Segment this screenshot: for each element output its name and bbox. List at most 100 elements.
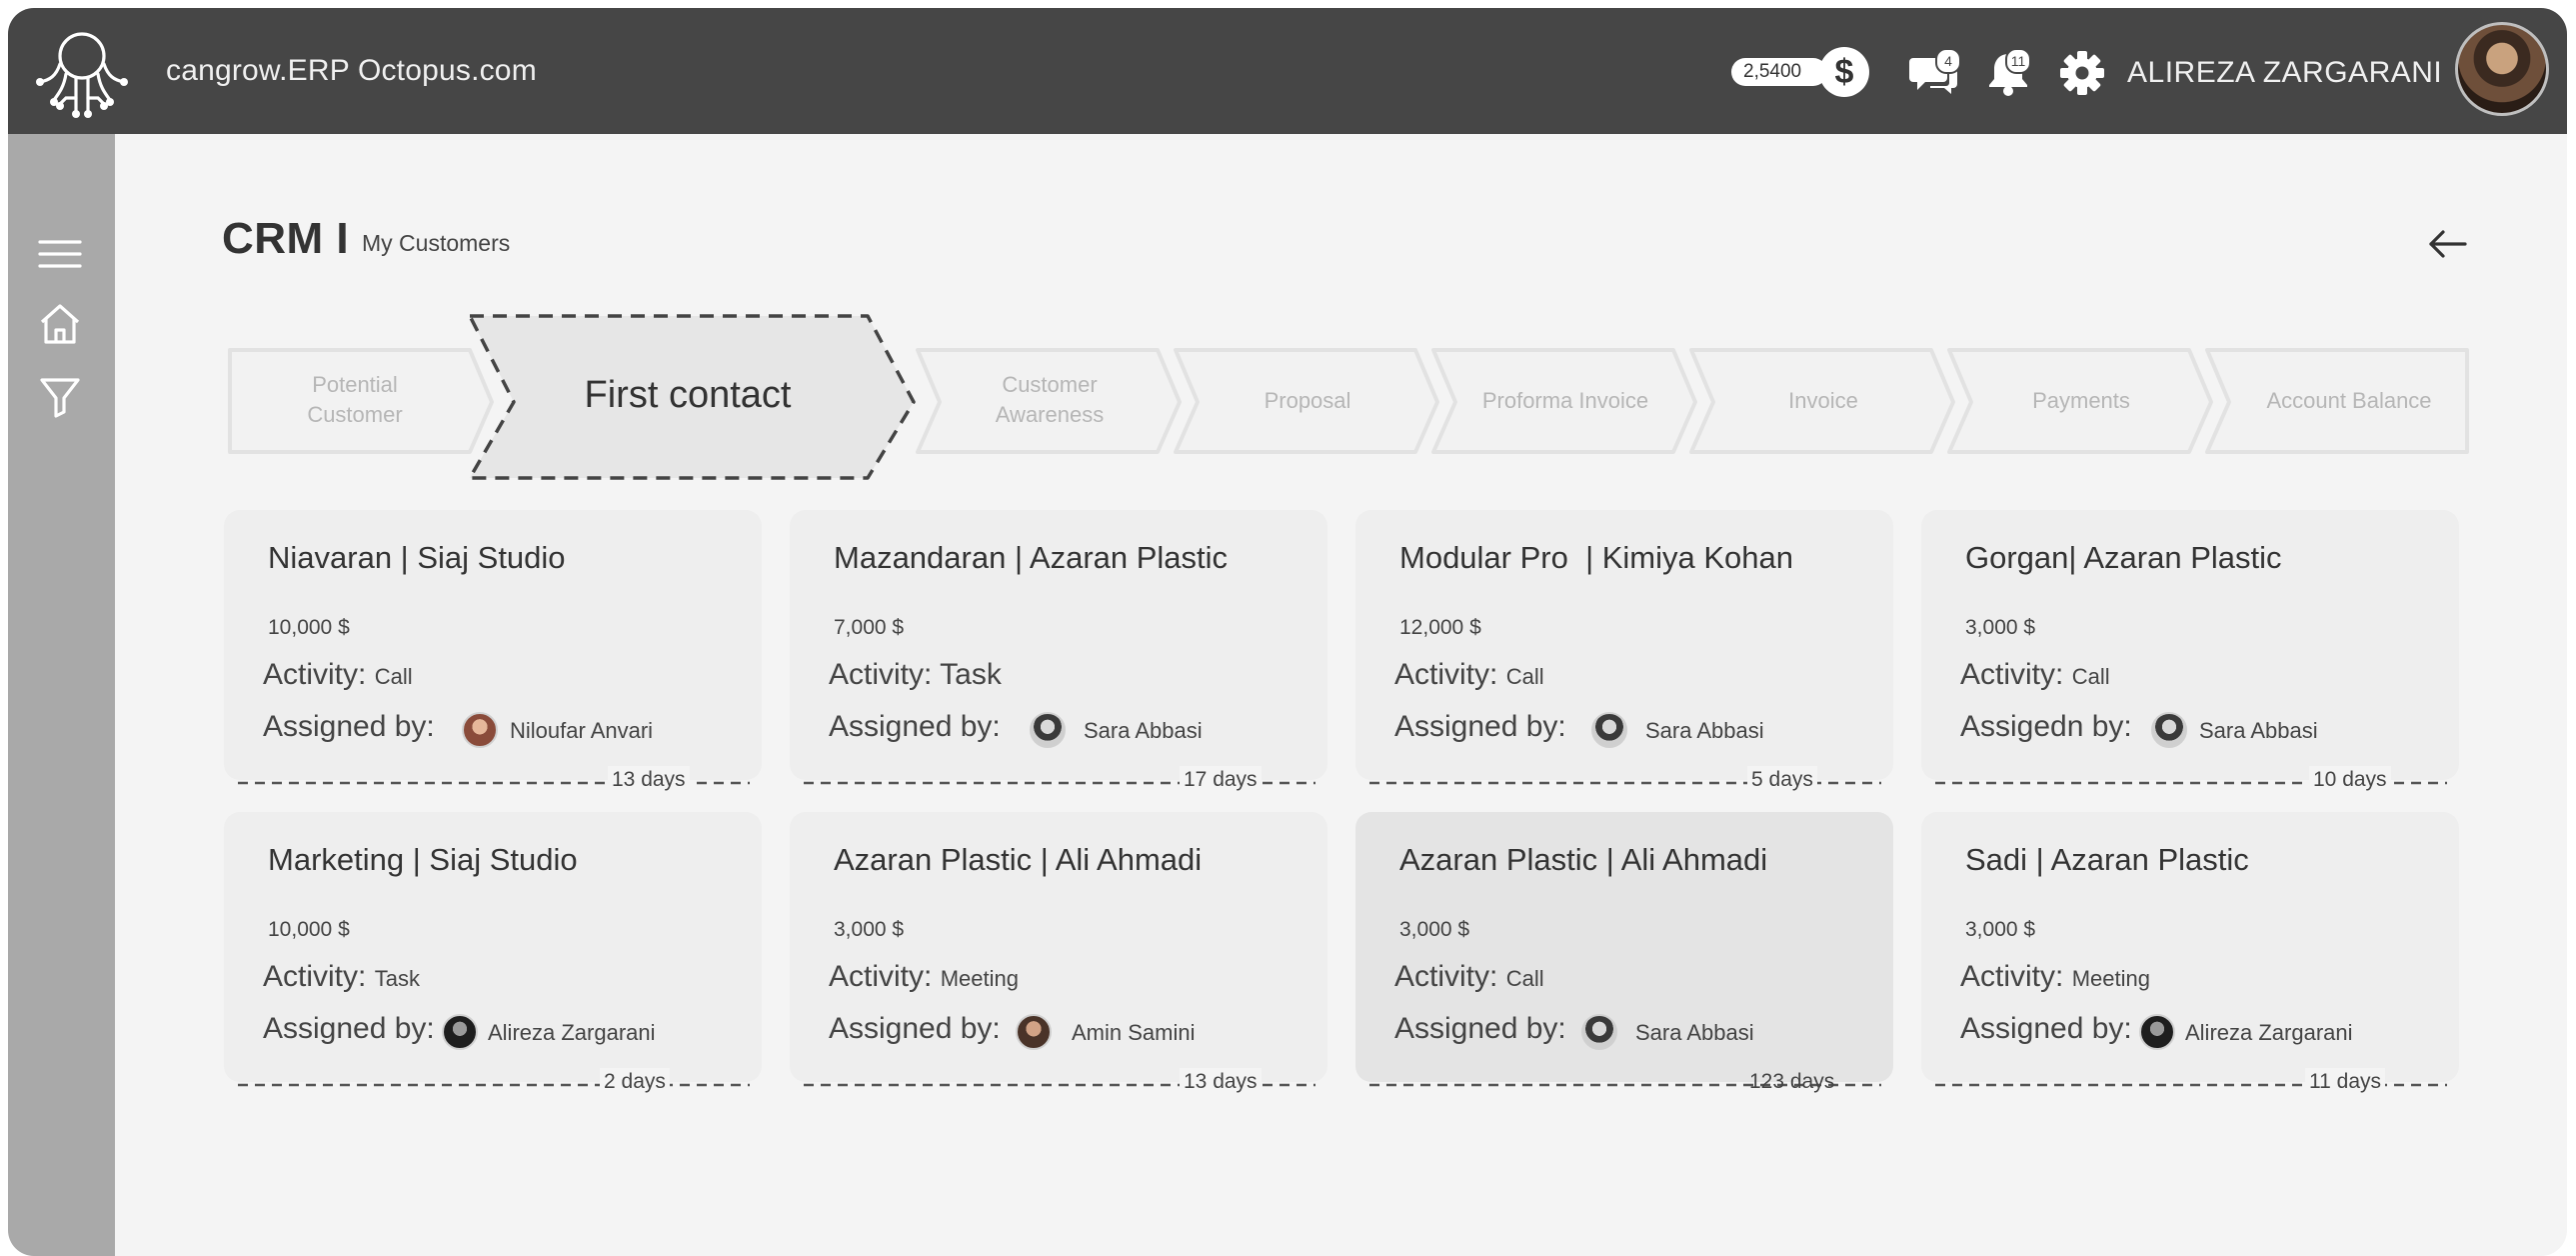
- card-title: Mazandaran | Azaran Plastic: [834, 540, 1229, 575]
- assigned-label: Assigedn by:: [1960, 710, 2132, 743]
- page-title: CRM I: [222, 214, 350, 263]
- app-window: cangrow.ERP Octopus.com 2,5400 $ 4 11 AL…: [8, 8, 2567, 1256]
- assigned-label: Assigned by:: [829, 1012, 1001, 1045]
- card-days: 123 days: [1749, 1070, 1835, 1093]
- username[interactable]: ALIREZA ZARGARANI: [2127, 56, 2442, 90]
- top-bar: cangrow.ERP Octopus.com 2,5400 $ 4 11 AL…: [8, 8, 2567, 134]
- assignee-avatar: [442, 1014, 478, 1050]
- card-title: Sadi | Azaran Plastic: [1965, 842, 2249, 877]
- card-title: Gorgan| Azaran Plastic: [1965, 540, 2282, 575]
- assignee-name: Sara Abbasi: [2199, 718, 2318, 743]
- stage-proforma-invoice[interactable]: Proforma Invoice: [1445, 386, 1685, 416]
- assigned-label: Assigned by:: [1960, 1012, 2132, 1045]
- assigned-label: Assigned by:: [263, 1012, 435, 1045]
- activity-value: Call: [374, 664, 413, 689]
- card-activity: Activity: Meeting: [829, 960, 1019, 994]
- customer-card[interactable]: Gorgan| Azaran Plastic 3,000 $ Activity:…: [1921, 510, 2459, 794]
- assignee-name: Alireza Zargarani: [2185, 1020, 2353, 1045]
- activity-label: Activity:: [1394, 658, 1498, 691]
- card-days: 10 days: [2309, 766, 2391, 794]
- card-activity: Activity: Call: [263, 658, 413, 692]
- card-days: 2 days: [600, 1068, 670, 1096]
- activity-value: Task: [374, 966, 420, 991]
- activity-label: Activity:: [263, 960, 367, 993]
- assignee-avatar: [2151, 712, 2187, 748]
- assignee-avatar: [1581, 1014, 1617, 1050]
- customer-card[interactable]: Niavaran | Siaj Studio 10,000 $ Activity…: [224, 510, 762, 794]
- activity-value: Meeting: [2071, 966, 2150, 991]
- card-days: 13 days: [608, 766, 690, 794]
- activity-value: Call: [2071, 664, 2110, 689]
- gear-icon[interactable]: [2057, 50, 2107, 96]
- coin-balance[interactable]: 2,5400: [1731, 58, 1827, 86]
- card-activity: Activity: Call: [1394, 658, 1544, 692]
- activity-label: Activity:: [829, 960, 933, 993]
- card-amount: 10,000 $: [268, 616, 350, 639]
- app-title: cangrow.ERP Octopus.com: [166, 54, 537, 87]
- assignee-avatar: [2139, 1014, 2175, 1050]
- assigned-label: Assigned by:: [829, 710, 1001, 743]
- assigned-label: Assigned by:: [263, 710, 435, 743]
- card-activity: Activity: Call: [1960, 658, 2110, 692]
- stage-invoice[interactable]: Invoice: [1703, 386, 1943, 416]
- stage-payments[interactable]: Payments: [1961, 386, 2201, 416]
- stage-potential-customer[interactable]: Potential Customer: [230, 370, 480, 429]
- activity-label: Activity:: [829, 658, 933, 691]
- activity-label: Activity:: [263, 658, 367, 691]
- card-title: Niavaran | Siaj Studio: [268, 540, 566, 575]
- card-amount: 3,000 $: [1965, 616, 2036, 639]
- card-amount: 7,000 $: [834, 616, 905, 639]
- card-amount: 3,000 $: [1399, 918, 1470, 941]
- card-days: 17 days: [1180, 766, 1262, 794]
- card-title: Modular Pro | Kimiya Kohan: [1399, 540, 1794, 575]
- assignee-name: Sara Abbasi: [1084, 718, 1203, 743]
- card-amount: 3,000 $: [834, 918, 905, 941]
- customer-card[interactable]: Mazandaran | Azaran Plastic 7,000 $ Acti…: [790, 510, 1327, 794]
- octopus-logo-icon[interactable]: [30, 20, 134, 124]
- notifications-badge: 11: [2005, 48, 2031, 74]
- stage-first-contact[interactable]: First contact: [578, 374, 798, 417]
- assignee-avatar: [1591, 712, 1627, 748]
- activity-value: Task: [940, 658, 1002, 691]
- dollar-coin-icon[interactable]: $: [1819, 47, 1869, 97]
- home-icon[interactable]: [36, 300, 84, 348]
- customer-card[interactable]: Marketing | Siaj Studio 10,000 $ Activit…: [224, 812, 762, 1096]
- stage-account-balance[interactable]: Account Balance: [2219, 386, 2479, 416]
- activity-label: Activity:: [1960, 960, 2064, 993]
- assignee-name: Sara Abbasi: [1635, 1020, 1754, 1045]
- activity-value: Call: [1505, 966, 1544, 991]
- messages-badge: 4: [1935, 48, 1961, 74]
- card-amount: 10,000 $: [268, 918, 350, 941]
- card-divider: [238, 1083, 750, 1087]
- customer-card[interactable]: Sadi | Azaran Plastic 3,000 $ Activity: …: [1921, 812, 2459, 1096]
- user-avatar[interactable]: [2455, 22, 2549, 116]
- card-activity: Activity: Task: [829, 658, 1002, 692]
- card-amount: 3,000 $: [1965, 918, 2036, 941]
- customer-card[interactable]: Azaran Plastic | Ali Ahmadi 3,000 $ Acti…: [790, 812, 1327, 1096]
- stage-customer-awareness[interactable]: Customer Awareness: [930, 370, 1170, 429]
- card-days: 11 days: [2305, 1068, 2385, 1096]
- arrow-left-icon[interactable]: [2425, 226, 2469, 262]
- assignee-avatar: [1030, 712, 1066, 748]
- customer-card[interactable]: Modular Pro | Kimiya Kohan 12,000 $ Acti…: [1355, 510, 1893, 794]
- assignee-avatar: [1016, 1014, 1052, 1050]
- activity-value: Call: [1505, 664, 1544, 689]
- pipeline-stages: Potential Customer First contact Customer…: [218, 306, 2477, 486]
- page-subtitle: My Customers: [362, 230, 511, 256]
- activity-label: Activity:: [1394, 960, 1498, 993]
- stage-proposal[interactable]: Proposal: [1188, 386, 1427, 416]
- card-activity: Activity: Call: [1394, 960, 1544, 994]
- card-title: Azaran Plastic | Ali Ahmadi: [1399, 842, 1768, 877]
- assignee-name: Amin Samini: [1072, 1020, 1196, 1045]
- customer-card-selected[interactable]: Azaran Plastic | Ali Ahmadi 3,000 $ Acti…: [1355, 812, 1893, 1093]
- card-days: 5 days: [1747, 766, 1817, 794]
- assignee-name: Sara Abbasi: [1645, 718, 1764, 743]
- filter-icon[interactable]: [36, 372, 84, 420]
- assigned-label: Assigned by:: [1394, 1012, 1566, 1045]
- hamburger-menu-icon[interactable]: [36, 230, 84, 278]
- assignee-name: Niloufar Anvari: [510, 718, 654, 743]
- card-title: Azaran Plastic | Ali Ahmadi: [834, 842, 1203, 877]
- assigned-label: Assigned by:: [1394, 710, 1566, 743]
- card-title: Marketing | Siaj Studio: [268, 842, 578, 877]
- card-days: 13 days: [1180, 1068, 1262, 1096]
